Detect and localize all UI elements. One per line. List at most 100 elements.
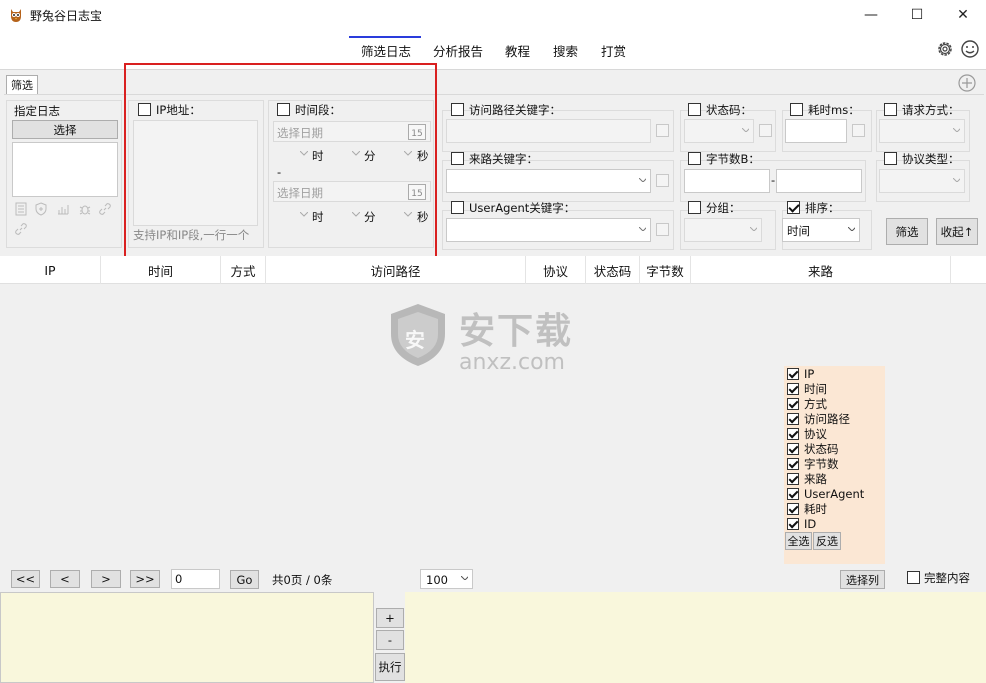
column-option-path[interactable]: 访问路径: [787, 411, 850, 426]
status-code-exclude-checkbox[interactable]: [759, 124, 772, 137]
shield-add-icon[interactable]: [34, 202, 48, 216]
checkbox-checked[interactable]: [787, 427, 799, 440]
minimize-icon: —: [864, 7, 878, 23]
sort-checkbox[interactable]: [787, 201, 800, 214]
document-icon[interactable]: [14, 202, 28, 216]
useragent-keyword-label: UserAgent关键字：: [469, 201, 576, 215]
maximize-button[interactable]: ☐: [894, 0, 940, 30]
bytes-max-input[interactable]: [776, 169, 862, 193]
column-header-referer[interactable]: 来路: [691, 256, 951, 284]
chevron-down-icon: [750, 227, 757, 231]
page-size-combo[interactable]: 100: [420, 569, 473, 589]
collapse-button[interactable]: 收起↑: [936, 218, 978, 245]
next-page-button[interactable]: >: [91, 570, 121, 588]
menu-item-analysis-report[interactable]: 分析报告: [433, 41, 483, 60]
log-file-list[interactable]: [12, 142, 118, 197]
last-page-button[interactable]: >>: [130, 570, 160, 588]
filter-button[interactable]: 筛选: [886, 218, 928, 245]
checkbox-checked[interactable]: [787, 472, 799, 485]
checkbox-checked[interactable]: [787, 382, 799, 395]
column-header-ip[interactable]: IP: [0, 256, 101, 284]
group-combo[interactable]: [684, 218, 762, 242]
checkbox-checked[interactable]: [787, 442, 799, 455]
column-header-bytes[interactable]: 字节数: [640, 256, 691, 284]
checkbox-checked[interactable]: [787, 367, 799, 380]
invert-selection-button[interactable]: 反选: [813, 532, 841, 550]
elapsed-exclude-checkbox[interactable]: [852, 124, 865, 137]
full-content-checkbox[interactable]: [907, 571, 920, 584]
useragent-keyword-checkbox[interactable]: [451, 201, 464, 214]
go-button[interactable]: Go: [230, 570, 259, 589]
protocol-combo[interactable]: [879, 169, 965, 193]
protocol-checkbox[interactable]: [884, 152, 897, 165]
referer-keyword-combo[interactable]: [446, 169, 651, 193]
referer-keyword-exclude-checkbox[interactable]: [656, 174, 669, 187]
column-option-useragent[interactable]: UserAgent: [787, 486, 864, 501]
select-log-button[interactable]: 选择: [12, 120, 118, 139]
useragent-keyword-combo[interactable]: [446, 218, 651, 242]
link-icon[interactable]: [98, 202, 112, 216]
checkbox-checked[interactable]: [787, 412, 799, 425]
column-option-status[interactable]: 状态码: [787, 441, 839, 456]
minimize-button[interactable]: —: [848, 0, 894, 30]
column-option-referer[interactable]: 来路: [787, 471, 827, 486]
method-combo[interactable]: [879, 119, 965, 143]
path-keyword-exclude-checkbox[interactable]: [656, 124, 669, 137]
column-option-bytes[interactable]: 字节数: [787, 456, 839, 471]
column-header-method[interactable]: 方式: [221, 256, 266, 284]
chain-icon[interactable]: [14, 222, 28, 236]
bug-icon[interactable]: [78, 202, 92, 216]
smiley-icon[interactable]: [960, 39, 980, 59]
column-header-protocol[interactable]: 协议: [526, 256, 586, 284]
referer-keyword-checkbox[interactable]: [451, 152, 464, 165]
stats-icon[interactable]: [56, 202, 70, 216]
page-size-value: 100: [426, 573, 448, 587]
column-option-ip[interactable]: IP: [787, 366, 814, 381]
checkbox-checked[interactable]: [787, 517, 799, 530]
close-button[interactable]: ✕: [940, 0, 986, 30]
status-code-checkbox[interactable]: [688, 103, 701, 116]
bytes-checkbox[interactable]: [688, 152, 701, 165]
menu-item-donate[interactable]: 打赏: [601, 41, 626, 60]
sort-combo[interactable]: 时间: [782, 218, 860, 242]
gear-icon[interactable]: [935, 39, 955, 59]
menu-item-search[interactable]: 搜索: [553, 41, 578, 60]
page-number-input[interactable]: 0: [171, 569, 220, 589]
select-all-button[interactable]: 全选: [785, 532, 812, 550]
minus-button[interactable]: -: [376, 630, 404, 650]
checkbox-checked[interactable]: [787, 502, 799, 515]
script-editor[interactable]: [0, 592, 374, 683]
path-keyword-input[interactable]: [446, 119, 651, 143]
menu-item-tutorial[interactable]: 教程: [505, 41, 530, 60]
column-option-id[interactable]: ID: [787, 516, 816, 531]
first-page-button[interactable]: <<: [11, 570, 40, 588]
status-code-combo[interactable]: [684, 119, 754, 143]
prev-page-button[interactable]: <: [50, 570, 80, 588]
bytes-label: 字节数B：: [706, 152, 760, 166]
add-circle-icon[interactable]: [958, 74, 976, 92]
choose-columns-button[interactable]: 选择列: [840, 570, 885, 589]
tab-filter[interactable]: 筛选: [6, 75, 38, 94]
column-option-protocol[interactable]: 协议: [787, 426, 827, 441]
plus-button[interactable]: +: [376, 608, 404, 628]
column-option-method[interactable]: 方式: [787, 396, 827, 411]
method-checkbox[interactable]: [884, 103, 897, 116]
column-header-time[interactable]: 时间: [101, 256, 221, 284]
elapsed-input[interactable]: [785, 119, 847, 143]
checkbox-checked[interactable]: [787, 487, 799, 500]
bytes-min-input[interactable]: [684, 169, 770, 193]
checkbox-checked[interactable]: [787, 457, 799, 470]
menu-item-filter-log[interactable]: 筛选日志: [361, 41, 411, 60]
group-checkbox[interactable]: [688, 201, 701, 214]
title-bar: [0, 0, 986, 30]
elapsed-checkbox[interactable]: [790, 103, 803, 116]
column-header-status[interactable]: 状态码: [586, 256, 640, 284]
column-option-elapsed[interactable]: 耗时: [787, 501, 827, 516]
chevron-down-icon: [639, 227, 646, 231]
execute-button[interactable]: 执行: [375, 653, 405, 681]
column-header-path[interactable]: 访问路径: [266, 256, 526, 284]
useragent-keyword-exclude-checkbox[interactable]: [656, 223, 669, 236]
checkbox-checked[interactable]: [787, 397, 799, 410]
column-option-time[interactable]: 时间: [787, 381, 827, 396]
path-keyword-checkbox[interactable]: [451, 103, 464, 116]
